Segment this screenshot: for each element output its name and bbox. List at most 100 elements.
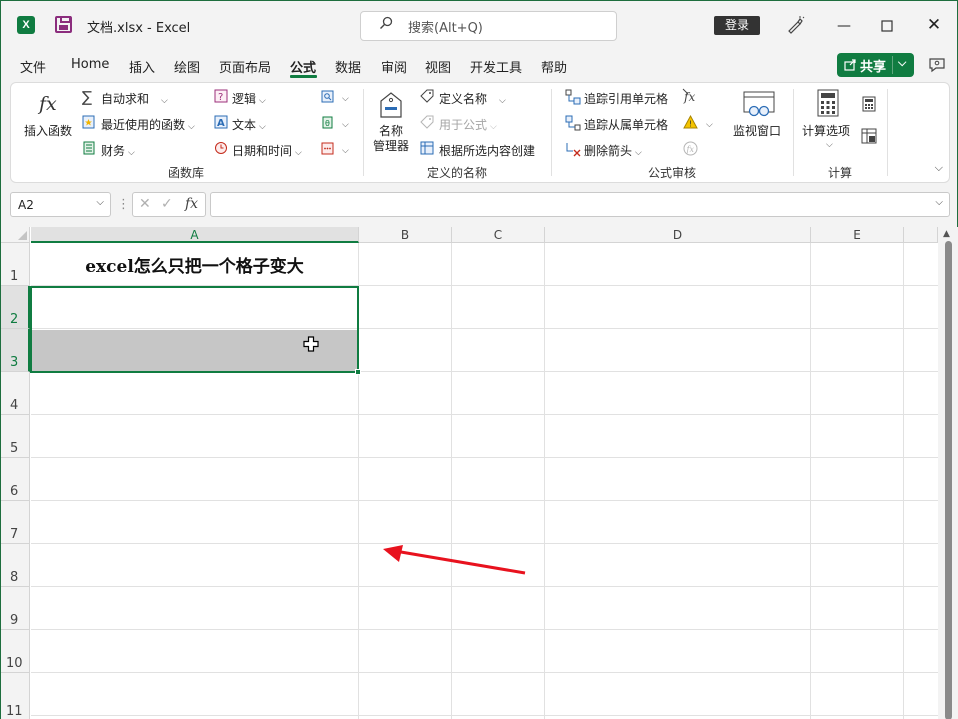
comment-icon[interactable]: [928, 56, 946, 74]
tab-data[interactable]: 数据: [335, 57, 361, 76]
chevron-down-icon[interactable]: ⌵: [823, 136, 833, 150]
chevron-down-icon[interactable]: ⌵: [898, 56, 906, 70]
row-header-9[interactable]: 9: [1, 587, 30, 630]
trace-dependents-button[interactable]: 追踪从属单元格: [584, 116, 668, 133]
show-formulas-icon[interactable]: fx: [682, 88, 699, 105]
row-header-5[interactable]: 5: [1, 415, 30, 458]
cancel-icon[interactable]: ✕: [139, 196, 151, 212]
tab-file[interactable]: 文件: [20, 57, 46, 76]
tab-page-layout[interactable]: 页面布局: [219, 57, 271, 76]
gridline: [31, 414, 938, 415]
column-header-f[interactable]: [904, 227, 938, 243]
chevron-down-icon[interactable]: ⌵: [703, 116, 713, 130]
gridline: [451, 243, 452, 719]
insert-function-icon[interactable]: fx: [185, 196, 198, 212]
tab-view[interactable]: 视图: [425, 57, 451, 76]
vertical-scrollbar[interactable]: ▲: [938, 227, 958, 719]
gridline: [903, 243, 904, 719]
row-header-11[interactable]: 11: [1, 673, 30, 719]
row-header-8[interactable]: 8: [1, 544, 30, 587]
remove-arrows-button[interactable]: 删除箭头 ⌵: [584, 142, 642, 159]
name-manager-line2[interactable]: 管理器: [373, 137, 409, 154]
tab-draw[interactable]: 绘图: [174, 57, 200, 76]
search-box[interactable]: [360, 11, 617, 41]
financial-button[interactable]: 财务 ⌵: [101, 142, 135, 159]
text-button[interactable]: 文本 ⌵: [232, 116, 266, 133]
svg-text:fx: fx: [37, 93, 57, 115]
spreadsheet-grid[interactable]: A B C D E 1 2 3 4 5 6 7 8 9 10 11 excel怎…: [1, 227, 958, 719]
tab-review[interactable]: 审阅: [381, 57, 407, 76]
formula-input[interactable]: ⌵: [210, 192, 950, 217]
logical-button[interactable]: 逻辑 ⌵: [232, 90, 266, 107]
share-divider: [892, 56, 893, 74]
row-header-6[interactable]: 6: [1, 458, 30, 501]
trace-precedents-button[interactable]: 追踪引用单元格: [584, 90, 668, 107]
column-header-b[interactable]: B: [359, 227, 452, 243]
more-functions-icon[interactable]: [321, 142, 334, 155]
maximize-button[interactable]: [877, 16, 897, 36]
use-in-formula-button[interactable]: 用于公式 ⌵: [439, 116, 497, 133]
cell-a1[interactable]: excel怎么只把一个格子变大: [31, 244, 358, 286]
recently-used-label: 最近使用的函数: [101, 118, 186, 132]
row-header-7[interactable]: 7: [1, 501, 30, 544]
enter-icon[interactable]: ✓: [161, 196, 173, 212]
excel-logo-icon: X: [17, 16, 35, 34]
chevron-down-icon[interactable]: ⌵: [96, 197, 104, 208]
ribbon-collapse-icon[interactable]: ⌵: [935, 161, 943, 175]
chevron-glyph: ⌵: [342, 146, 349, 156]
gridline: [31, 715, 938, 716]
error-checking-icon[interactable]: !: [682, 114, 699, 131]
title-bar: X 文档.xlsx - Excel 搜索(Alt+Q) 登录 — ✕: [1, 1, 957, 49]
scrollbar-thumb[interactable]: [945, 241, 952, 719]
name-box[interactable]: A2 ⌵: [10, 192, 111, 217]
row-number: 4: [10, 398, 19, 413]
math-trig-icon[interactable]: θ: [321, 116, 334, 129]
column-header-e[interactable]: E: [811, 227, 904, 243]
fill-handle[interactable]: [355, 369, 361, 375]
insert-function-button[interactable]: 插入函数: [24, 122, 72, 139]
chevron-down-icon[interactable]: ⌵: [339, 116, 349, 130]
search-placeholder[interactable]: 搜索(Alt+Q): [408, 17, 483, 36]
minimize-button[interactable]: —: [834, 16, 854, 36]
create-from-selection-button[interactable]: 根据所选内容创建: [439, 142, 535, 159]
tab-home[interactable]: Home: [71, 57, 109, 72]
financial-label: 财务: [101, 144, 126, 158]
tab-developer[interactable]: 开发工具: [470, 57, 522, 76]
column-header-d[interactable]: D: [545, 227, 811, 243]
row-header-10[interactable]: 10: [1, 630, 30, 673]
formula-bar-grip[interactable]: ⋮: [117, 197, 130, 212]
define-name-button[interactable]: 定义名称 ⌵: [439, 90, 506, 107]
recently-used-button[interactable]: 最近使用的函数 ⌵: [101, 116, 195, 133]
autosum-button[interactable]: 自动求和 ⌵: [101, 90, 168, 107]
chevron-down-icon[interactable]: ⌵: [339, 142, 349, 156]
calculate-sheet-icon[interactable]: [861, 128, 877, 144]
date-time-button[interactable]: 日期和时间 ⌵: [232, 142, 302, 159]
row-header-2[interactable]: 2: [1, 286, 30, 329]
tab-formulas[interactable]: 公式: [290, 57, 316, 76]
chevron-down-icon[interactable]: ⌵: [935, 197, 943, 208]
chevron-down-icon[interactable]: ⌵: [339, 90, 349, 104]
ribbon-tabs: 文件 Home 插入 绘图 页面布局 公式 数据 审阅 视图 开发工具 帮助: [1, 53, 957, 77]
share-button[interactable]: 共享 ⌵: [837, 53, 914, 77]
column-header-a[interactable]: A: [31, 227, 359, 243]
save-icon[interactable]: [55, 16, 72, 33]
column-header-c[interactable]: C: [452, 227, 545, 243]
lookup-icon[interactable]: [321, 90, 334, 103]
group-label-formula-auditing: 公式审核: [648, 166, 697, 180]
group-label-function-library: 函数库: [168, 166, 205, 180]
scroll-up-arrow-icon[interactable]: ▲: [943, 229, 950, 239]
calculate-now-icon[interactable]: [862, 96, 876, 112]
row-header-4[interactable]: 4: [1, 372, 30, 415]
designer-pen-icon[interactable]: [785, 15, 805, 35]
login-button[interactable]: 登录: [714, 16, 760, 35]
watch-window-button[interactable]: 监视窗口: [733, 122, 781, 139]
row-header-3[interactable]: 3: [1, 329, 30, 372]
tab-insert[interactable]: 插入: [129, 57, 155, 76]
select-all-corner[interactable]: [1, 227, 30, 243]
evaluate-formula-icon[interactable]: fx: [682, 140, 699, 157]
close-button[interactable]: ✕: [924, 15, 944, 35]
tab-help[interactable]: 帮助: [541, 57, 567, 76]
row-number: 1: [10, 269, 19, 284]
ribbon-divider: [793, 89, 794, 176]
row-header-1[interactable]: 1: [1, 243, 30, 286]
